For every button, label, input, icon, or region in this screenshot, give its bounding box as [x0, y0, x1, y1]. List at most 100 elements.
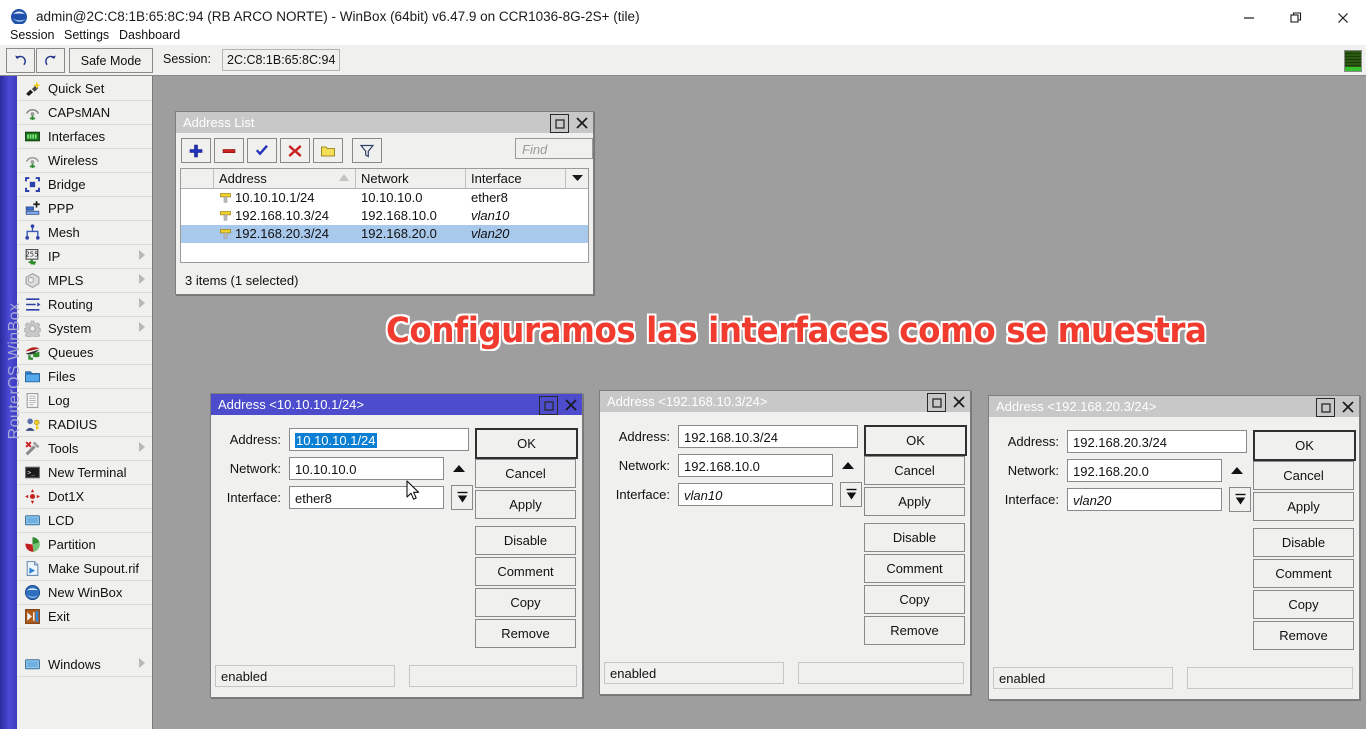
sidebar-item-capsman[interactable]: CAPsMAN: [17, 100, 152, 125]
dialog-comment-button[interactable]: Comment: [1253, 559, 1354, 588]
redo-button[interactable]: [36, 48, 65, 73]
dialog-network-input[interactable]: 10.10.10.0: [289, 457, 444, 480]
dialog-apply-button[interactable]: Apply: [864, 487, 965, 516]
quick-set-icon: [24, 80, 41, 97]
address-list-title-bar[interactable]: Address List: [176, 112, 593, 133]
dialog-address-input[interactable]: 192.168.20.3/24: [1067, 430, 1247, 453]
enable-address-button[interactable]: [247, 138, 277, 163]
dialog-network-input[interactable]: 192.168.20.0: [1067, 459, 1222, 482]
mesh-icon: [24, 224, 41, 241]
menu-item-dashboard[interactable]: Dashboard: [113, 26, 186, 44]
dialog-comment-button[interactable]: Comment: [864, 554, 965, 583]
interface-dropdown-button[interactable]: [451, 485, 473, 510]
comment-button[interactable]: [313, 138, 343, 163]
dialog-disable-button[interactable]: Disable: [475, 526, 576, 555]
dialog-comment-button[interactable]: Comment: [475, 557, 576, 586]
sidebar-item-mesh[interactable]: Mesh: [17, 220, 152, 245]
table-header-row: Address Network Interface: [181, 169, 588, 189]
sidebar-item-interfaces[interactable]: Interfaces: [17, 124, 152, 149]
dialog-interface-input[interactable]: vlan20: [1067, 488, 1222, 511]
dialog-ok-button[interactable]: OK: [1253, 430, 1356, 461]
table-row[interactable]: 10.10.10.1/2410.10.10.0ether8: [181, 189, 588, 207]
dialog-cancel-button[interactable]: Cancel: [475, 459, 576, 488]
sidebar-item-dot1x[interactable]: Dot1X: [17, 484, 152, 509]
sidebar-item-log[interactable]: Log: [17, 388, 152, 413]
sidebar-item-system[interactable]: System: [17, 316, 152, 341]
sidebar-item-radius[interactable]: RADIUS: [17, 412, 152, 437]
header-col-interface[interactable]: Interface: [466, 169, 566, 188]
dialog-copy-button[interactable]: Copy: [475, 588, 576, 617]
menu-item-session[interactable]: Session: [4, 26, 60, 44]
dialog-remove-button[interactable]: Remove: [475, 619, 576, 648]
session-value[interactable]: 2C:C8:1B:65:8C:94: [222, 49, 340, 71]
dialog-title-bar[interactable]: Address <10.10.10.1/24>: [211, 394, 582, 415]
sidebar-item-ip[interactable]: 255IP: [17, 244, 152, 269]
dialog-interface-input[interactable]: vlan10: [678, 483, 833, 506]
dialog-ok-button[interactable]: OK: [864, 425, 967, 456]
add-address-button[interactable]: [181, 138, 211, 163]
header-col-address[interactable]: Address: [214, 169, 356, 188]
dialog-disable-button[interactable]: Disable: [864, 523, 965, 552]
dialog-cancel-button[interactable]: Cancel: [1253, 461, 1354, 490]
sidebar-item-mpls[interactable]: MPLS: [17, 268, 152, 293]
network-expand-button[interactable]: [1229, 459, 1244, 482]
sidebar-item-ppp[interactable]: PPP: [17, 196, 152, 221]
dialog-maximize-button[interactable]: [1316, 398, 1335, 417]
dialog-close-button[interactable]: [1339, 398, 1356, 415]
network-expand-button[interactable]: [451, 457, 466, 480]
sidebar-item-tools[interactable]: Tools: [17, 436, 152, 461]
sidebar-item-new-winbox[interactable]: New WinBox: [17, 580, 152, 605]
dialog-address-input[interactable]: 10.10.10.1/24: [289, 428, 469, 451]
sidebar-item-bridge[interactable]: Bridge: [17, 172, 152, 197]
sidebar-item-quick-set[interactable]: Quick Set: [17, 76, 152, 101]
filter-button[interactable]: [352, 138, 382, 163]
chevron-right-icon: [139, 298, 145, 308]
dialog-copy-button[interactable]: Copy: [864, 585, 965, 614]
sidebar-item-make-supout-rif[interactable]: Make Supout.rif: [17, 556, 152, 581]
safe-mode-button[interactable]: Safe Mode: [69, 48, 153, 73]
sidebar-item-partition[interactable]: Partition: [17, 532, 152, 557]
header-col-network[interactable]: Network: [356, 169, 466, 188]
dialog-apply-button[interactable]: Apply: [1253, 492, 1354, 521]
dialog-remove-button[interactable]: Remove: [1253, 621, 1354, 650]
interface-dropdown-button[interactable]: [1229, 487, 1251, 512]
sidebar-item-new-terminal[interactable]: >_New Terminal: [17, 460, 152, 485]
undo-button[interactable]: [6, 48, 35, 73]
network-expand-button[interactable]: [840, 454, 855, 477]
table-row[interactable]: 192.168.20.3/24192.168.20.0vlan20: [181, 225, 588, 243]
dialog-copy-button[interactable]: Copy: [1253, 590, 1354, 619]
dialog-address-input[interactable]: 192.168.10.3/24: [678, 425, 858, 448]
dialog-title-bar[interactable]: Address <192.168.10.3/24>: [600, 391, 970, 412]
sidebar-item-wireless[interactable]: Wireless: [17, 148, 152, 173]
disable-address-button[interactable]: [280, 138, 310, 163]
menu-item-settings[interactable]: Settings: [58, 26, 115, 44]
address-list-maximize-button[interactable]: [550, 114, 569, 133]
dialog-maximize-button[interactable]: [539, 396, 558, 415]
sidebar-item-files[interactable]: Files: [17, 364, 152, 389]
sidebar-item-label: Exit: [48, 609, 70, 624]
interface-dropdown-button[interactable]: [840, 482, 862, 507]
dialog-network-input[interactable]: 192.168.10.0: [678, 454, 833, 477]
dialog-ok-button[interactable]: OK: [475, 428, 578, 459]
dialog-maximize-button[interactable]: [927, 393, 946, 412]
row-interface-cell: ether8: [466, 189, 566, 207]
address-list-close-button[interactable]: [573, 114, 590, 131]
dialog-title-bar[interactable]: Address <192.168.20.3/24>: [989, 396, 1359, 417]
sidebar-item-windows[interactable]: Windows: [17, 652, 152, 677]
dialog-apply-button[interactable]: Apply: [475, 490, 576, 519]
sidebar-item-queues[interactable]: Queues: [17, 340, 152, 365]
column-chooser-button[interactable]: [566, 169, 588, 188]
sidebar-item-exit[interactable]: Exit: [17, 604, 152, 629]
sidebar-item-lcd[interactable]: LCD: [17, 508, 152, 533]
ppp-icon: [24, 200, 41, 217]
remove-address-button[interactable]: [214, 138, 244, 163]
table-row[interactable]: 192.168.10.3/24192.168.10.0vlan10: [181, 207, 588, 225]
sidebar-item-routing[interactable]: Routing: [17, 292, 152, 317]
dialog-address-label: Address:: [997, 434, 1059, 449]
dialog-remove-button[interactable]: Remove: [864, 616, 965, 645]
dialog-close-button[interactable]: [562, 396, 579, 413]
dialog-disable-button[interactable]: Disable: [1253, 528, 1354, 557]
dialog-close-button[interactable]: [950, 393, 967, 410]
find-input[interactable]: Find: [515, 138, 593, 159]
dialog-cancel-button[interactable]: Cancel: [864, 456, 965, 485]
